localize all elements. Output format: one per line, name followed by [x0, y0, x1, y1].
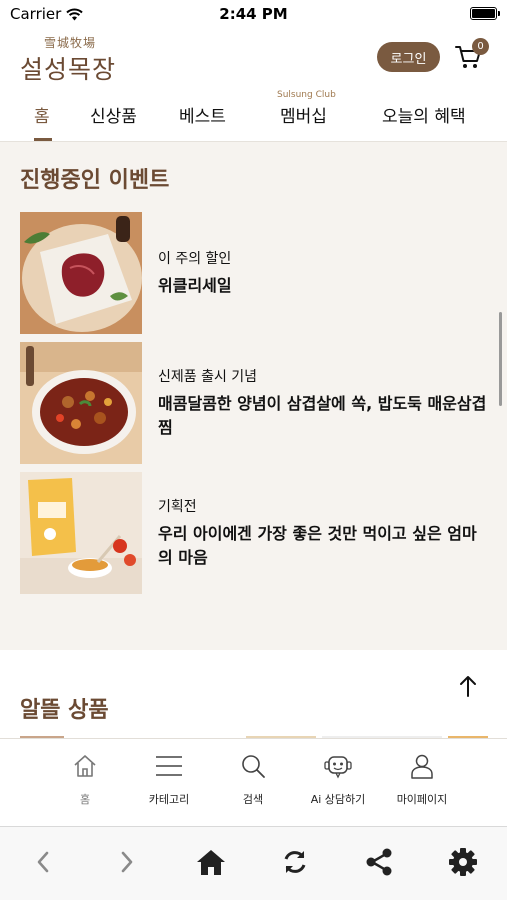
event-item[interactable]: 기획전 우리 아이에겐 가장 좋은 것만 먹이고 싶은 엄마의 마음 — [20, 472, 490, 594]
tabbar-label: 마이페이지 — [396, 793, 448, 806]
forward-icon — [121, 851, 133, 873]
tab-home[interactable]: 홈 — [34, 102, 50, 127]
logo-name: 설성목장 — [20, 55, 117, 84]
ai-chat-icon — [324, 756, 352, 779]
app-header: 雪城牧場 설성목장 로그인 0 — [0, 28, 507, 90]
refresh-icon — [284, 851, 306, 873]
event-subtitle: 이 주의 할인 — [158, 251, 232, 267]
tab-membership[interactable]: 멤버십 — [280, 102, 327, 127]
menu-icon — [156, 756, 182, 776]
status-bar: Carrier 2:44 PM — [0, 0, 507, 28]
tab-best[interactable]: 베스트 — [179, 102, 226, 127]
event-subtitle: 기획전 — [158, 499, 197, 515]
membership-club-label: Sulsung Club — [277, 90, 336, 100]
tabbar-item-search[interactable]: 검색 — [213, 753, 293, 807]
event-thumbnail-baby-food — [20, 472, 142, 594]
event-title: 우리 아이에겐 가장 좋은 것만 먹이고 싶은 엄마의 마음 — [158, 524, 477, 567]
tabbar-item-ai-consult[interactable]: Ai 상담하기 — [298, 753, 378, 807]
back-button[interactable] — [26, 845, 60, 879]
tabbar-label: 홈 — [79, 793, 91, 806]
brand-logo[interactable]: 雪城牧場 설성목장 — [20, 34, 125, 84]
cart-badge: 0 — [472, 38, 489, 55]
event-item[interactable]: 이 주의 할인 위클리세일 — [20, 212, 490, 334]
tabbar-label: 카테고리 — [148, 793, 190, 806]
active-tab-indicator — [34, 138, 52, 141]
user-icon — [411, 754, 433, 779]
logo-hanja: 雪城牧場 — [44, 36, 97, 50]
share-button[interactable] — [362, 845, 396, 879]
event-item[interactable]: 신제품 출시 기념 매콤달콤한 양념이 삼겹살에 쏙, 밥도둑 매운삼겹찜 — [20, 342, 490, 464]
event-title: 매콤달콤한 양념이 삼겹살에 쏙, 밥도둑 매운삼겹찜 — [158, 394, 487, 437]
tabbar-item-home[interactable]: 홈 — [45, 753, 125, 807]
toolbar-home-button[interactable] — [194, 845, 228, 879]
tabbar-label: Ai 상담하기 — [310, 793, 366, 806]
event-title: 위클리세일 — [158, 276, 232, 295]
products-section: 알뜰 상품 — [0, 650, 507, 738]
home-icon — [197, 850, 225, 875]
events-section-title: 진행중인 이벤트 — [20, 168, 170, 193]
home-icon — [74, 755, 96, 777]
tabbar-item-category[interactable]: 카테고리 — [129, 753, 209, 807]
products-section-title: 알뜰 상품 — [20, 698, 109, 723]
scroll-to-top-icon[interactable] — [458, 674, 478, 698]
event-subtitle: 신제품 출시 기념 — [158, 369, 258, 385]
main-content[interactable]: 진행중인 이벤트 이 주의 할인 위클리세일 신제품 출시 기념 매콤달콤한 양… — [0, 142, 507, 738]
clock: 2:44 PM — [219, 5, 288, 23]
tab-new-products[interactable]: 신상품 — [90, 102, 137, 127]
tabbar-item-mypage[interactable]: 마이페이지 — [382, 753, 462, 807]
event-thumbnail-steak — [20, 212, 142, 334]
forward-button[interactable] — [110, 845, 144, 879]
top-nav: Sulsung Club 홈 신상품 베스트 멤버십 오늘의 혜택 — [0, 90, 507, 142]
event-thumbnail-braised-pork — [20, 342, 142, 464]
login-button[interactable]: 로그인 — [377, 42, 440, 72]
settings-button[interactable] — [446, 845, 480, 879]
search-icon — [242, 755, 265, 778]
scroll-indicator[interactable] — [499, 312, 502, 406]
tab-todays-benefits[interactable]: 오늘의 혜택 — [382, 102, 466, 127]
share-icon — [366, 848, 392, 876]
refresh-button[interactable] — [278, 845, 312, 879]
bottom-tab-bar: 홈 카테고리 검색 Ai 상담하기 마이페이지 — [0, 738, 507, 826]
battery-icon — [470, 7, 500, 20]
back-icon — [37, 851, 49, 873]
settings-icon — [449, 848, 477, 876]
tabbar-label: 검색 — [242, 793, 264, 806]
browser-toolbar — [0, 826, 507, 900]
